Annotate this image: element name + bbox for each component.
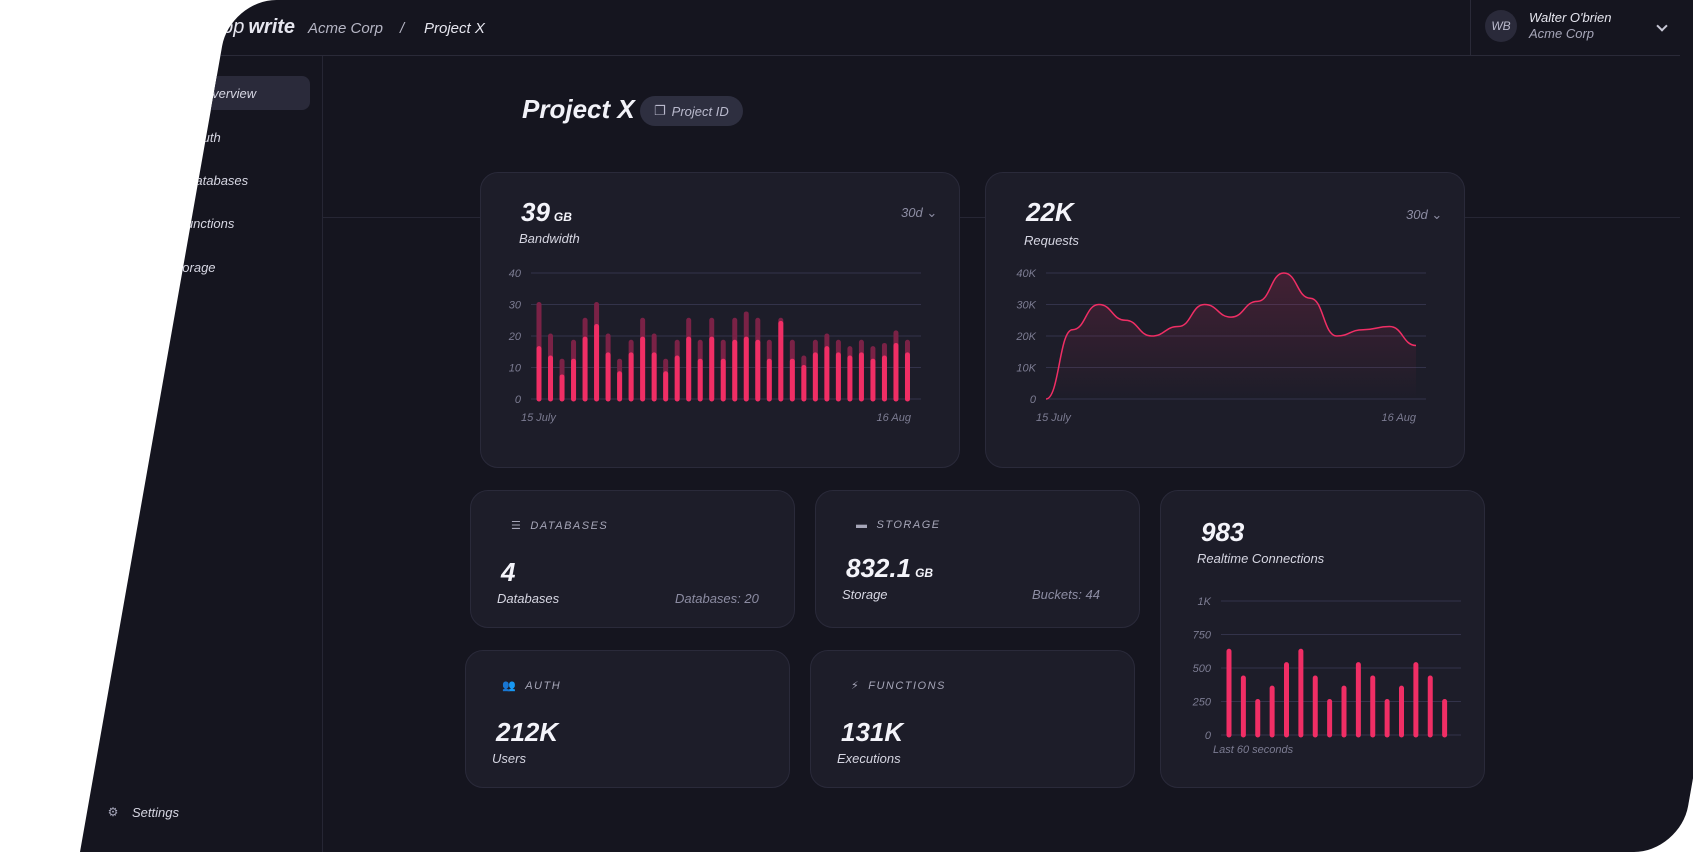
x-tick-label: 15 July [521,412,557,424]
users-icon: 👥 [502,680,518,692]
user-name: Walter O'brien [1529,10,1612,25]
requests-chart: 0 10K 20K 30K 40K 15 July 16 Aug [1015,268,1426,424]
functions-card: ⚡ FUNCTIONS 131K Executions [810,650,1135,788]
y-tick-label: 0 [1205,730,1212,742]
databases-caption: ☰ DATABASES [511,519,609,533]
requests-area [1046,273,1416,399]
avatar: WB [1485,10,1517,42]
sidebar-item-overview[interactable]: ▮ Overview [160,76,310,110]
y-tick-label: 30 [509,300,522,312]
sidebar-divider [322,56,323,852]
y-tick-label: 10 [509,363,522,375]
y-tick-label: 750 [1193,630,1212,642]
y-tick-label: 0 [1030,394,1037,406]
y-tick-label: 40 [509,268,522,280]
x-tick-label: 15 July [1036,412,1072,424]
y-tick-label: 30K [1016,300,1036,312]
realtime-footer-label: Last 60 seconds [1213,744,1294,756]
y-tick-label: 1K [1198,596,1212,608]
folder-icon: ▬ [856,519,869,531]
bandwidth-chart: 0 10 20 30 40 15 July 16 Aug [508,268,921,424]
appwrite-logo[interactable]: app write [185,16,295,39]
dashboard-shell: app write Acme Corp / Project X WB Walter… [80,0,1693,852]
y-tick-label: 0 [515,394,522,406]
bar-chart-icon: ▮ [179,86,187,100]
functions-label: Executions [837,751,901,766]
y-tick-label: 10K [1016,363,1036,375]
databases-count: Databases: 20 [675,591,759,606]
databases-label: Databases [497,591,560,606]
functions-caption: ⚡ FUNCTIONS [851,679,946,693]
storage-card: ▬ STORAGE 832.1 GB Storage Buckets: 44 [815,490,1140,628]
x-tick-label: 16 Aug [877,412,912,424]
realtime-chart: 0 250 500 750 1K Last 60 seconds [1192,596,1461,756]
user-org: Acme Corp [1529,26,1595,41]
bandwidth-card: 39 GB Bandwidth 30d ⌄ 0 10 20 30 40 15 July 16 … [480,172,960,468]
sidebar-item-settings[interactable]: ⚙ Settings [90,795,195,829]
storage-caption: ▬ STORAGE [856,519,941,531]
buckets-count: Buckets: 44 [1032,587,1100,602]
y-tick-label: 500 [1193,663,1212,675]
sidebar-item-auth[interactable]: 👥 Auth [152,120,237,154]
chevron-down-icon[interactable] [1656,20,1668,32]
logo-icon [185,20,207,35]
folder-icon: ▬ [145,260,157,274]
lightning-icon: ⚡ [851,680,861,692]
sidebar-item-functions[interactable]: ⚡ Functions [136,206,250,240]
auth-caption: 👥 AUTH [502,679,562,693]
y-tick-label: 40K [1016,268,1036,280]
breadcrumb-separator: / [400,20,405,37]
project-id-button[interactable]: ❐ Project ID [640,96,743,126]
top-bar: app write Acme Corp / Project X WB Walter… [80,0,1680,56]
storage-label: Storage [842,587,888,602]
realtime-card: 983 Realtime Connections 0 250 500 750 1K Las… [1160,490,1485,788]
breadcrumb-project[interactable]: Project X [424,20,485,37]
lightning-icon: ⚡ [154,216,164,230]
app-window: app write Acme Corp / Project X WB Walter… [0,0,1693,852]
databases-card: ☰ DATABASES 4 Databases Databases: 20 [470,490,795,628]
y-tick-label: 20 [508,331,522,343]
gear-icon: ⚙ [107,805,119,819]
databases-value: 4 [501,557,516,587]
sidebar-item-databases[interactable]: ☰ Databases [144,163,264,197]
y-tick-label: 250 [1192,697,1212,709]
sidebar-item-storage[interactable]: ▬ Storage [128,250,232,284]
database-icon: ☰ [161,173,173,187]
y-tick-label: 20K [1015,331,1036,343]
x-tick-label: 16 Aug [1382,412,1417,424]
header-divider [1470,0,1471,56]
auth-card: 👥 AUTH 212K Users [465,650,790,788]
functions-value: 131K [841,717,904,747]
user-menu[interactable]: WB Walter O'brien Acme Corp [1485,10,1611,42]
auth-value: 212K [496,717,559,747]
page-title: Project X [522,94,635,124]
storage-value: 832.1 GB [846,553,934,583]
requests-card: 22K Requests 30d ⌄ 0 10K 20K 30K 40K 15 July 1… [985,172,1465,468]
copy-icon: ❐ [654,103,666,118]
breadcrumb-org[interactable]: Acme Corp [308,20,383,37]
users-icon: 👥 [167,130,183,144]
database-icon: ☰ [511,520,523,532]
auth-label: Users [492,751,526,766]
